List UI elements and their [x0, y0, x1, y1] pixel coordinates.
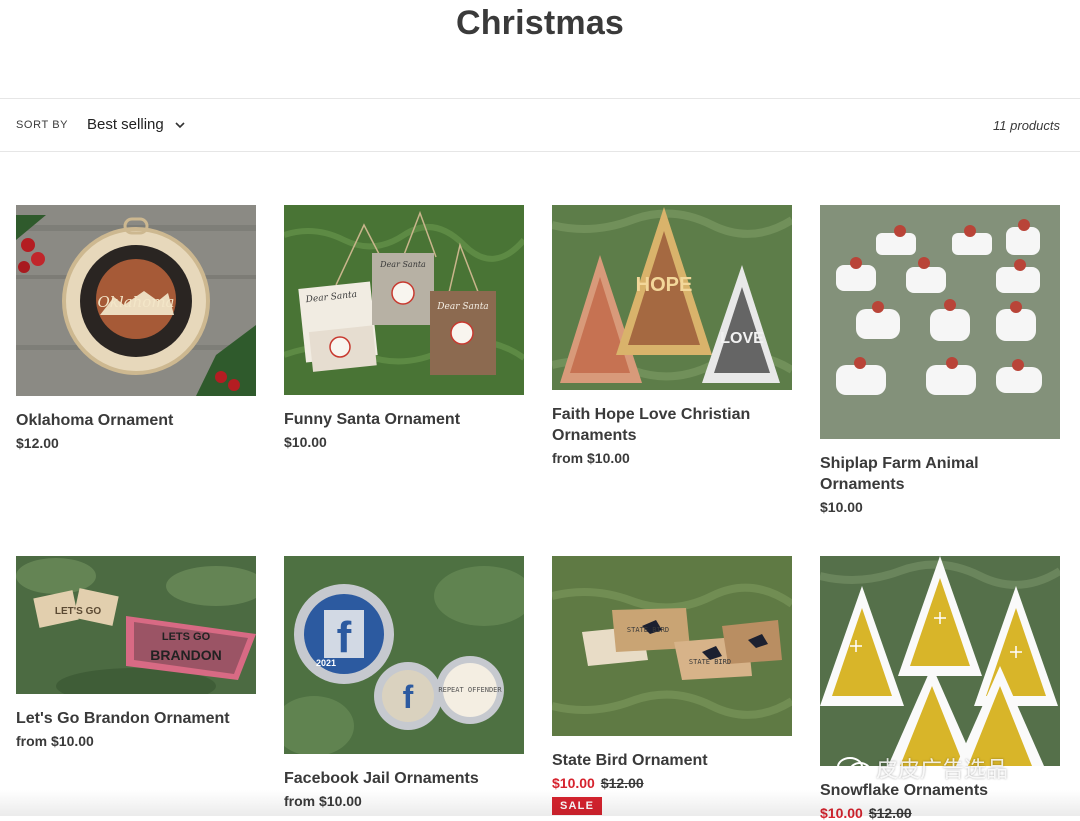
- product-price: $10.00: [284, 434, 327, 450]
- sort-select[interactable]: Best selling: [87, 116, 186, 133]
- brandon-image-text-1: LETS GO: [162, 631, 211, 643]
- product-title[interactable]: Facebook Jail Ornaments: [284, 768, 524, 789]
- product-image[interactable]: Dear Santa Dear Santa Dear Santa: [284, 205, 524, 395]
- watermark-text: 皮皮广告选品: [876, 757, 1009, 782]
- product-price: $12.00: [16, 435, 59, 451]
- product-image[interactable]: [820, 556, 1060, 766]
- sale-price: $10.00: [552, 775, 595, 791]
- product-image[interactable]: [820, 205, 1060, 439]
- santa-sign-text-3: Dear Santa: [436, 302, 488, 312]
- state-bird-image-text: STATE BIRD: [627, 626, 669, 634]
- state-bird-image-text-2: STATE BIRD: [689, 658, 731, 666]
- product-price: from $10.00: [284, 793, 362, 809]
- product-card-shiplap-farm-animal[interactable]: Shiplap Farm Animal Ornaments $10.00: [820, 205, 1060, 515]
- fb-logo-text: f: [337, 613, 352, 662]
- product-card-facebook-jail[interactable]: f 2021 f REPEAT OFFENDER Facebook Jail O…: [284, 556, 524, 809]
- fb-logo-text-2: f: [403, 679, 414, 715]
- sort-by-label: SORT BY: [16, 119, 69, 131]
- love-image-text: LOVE: [720, 330, 764, 347]
- product-title[interactable]: Shiplap Farm Animal Ornaments: [820, 453, 1060, 495]
- product-card-state-bird[interactable]: STATE BIRD STATE BIRD State Bird Ornamen…: [552, 556, 792, 815]
- lets-go-image-text: LET'S GO: [55, 606, 101, 617]
- product-image[interactable]: Oklahoma: [16, 205, 256, 396]
- product-image[interactable]: LET'S GO LETS GO BRANDON: [16, 556, 256, 694]
- product-title[interactable]: Faith Hope Love Christian Ornaments: [552, 404, 792, 446]
- fb-year-text: 2021: [316, 658, 336, 668]
- product-title[interactable]: Let's Go Brandon Ornament: [16, 708, 256, 729]
- product-card-lets-go-brandon[interactable]: LET'S GO LETS GO BRANDON Let's Go Brando…: [16, 556, 256, 749]
- product-card-oklahoma[interactable]: Oklahoma Oklahoma Ornament $12.00: [16, 205, 256, 451]
- watermark: 皮皮广告选品: [836, 752, 1008, 784]
- chat-bubble-icon: [837, 757, 871, 780]
- santa-sign-text-2: Dear Santa: [379, 260, 426, 269]
- page-title: Christmas: [455, 4, 625, 42]
- product-count: 11 products: [993, 118, 1060, 133]
- product-title[interactable]: State Bird Ornament: [552, 750, 792, 771]
- product-price: from $10.00: [552, 450, 630, 466]
- product-title[interactable]: Funny Santa Ornament: [284, 409, 524, 430]
- product-image[interactable]: HOPE LOVE: [552, 205, 792, 390]
- filter-bar: SORT BY Best selling 11 products: [0, 98, 1080, 152]
- product-card-funny-santa[interactable]: Dear Santa Dear Santa Dear Santa Funny S…: [284, 205, 524, 450]
- hope-image-text: HOPE: [636, 274, 693, 296]
- product-card-faith-hope-love[interactable]: HOPE LOVE Faith Hope Love Christian Orna…: [552, 205, 792, 466]
- product-price: from $10.00: [16, 733, 94, 749]
- oklahoma-image-text: Oklahoma: [98, 293, 175, 311]
- compare-at-price: $12.00: [600, 775, 644, 791]
- sale-price: $10.00: [820, 805, 863, 821]
- brandon-image-text-2: BRANDON: [150, 647, 222, 663]
- product-price: $10.00 $12.00: [552, 775, 792, 791]
- chevron-down-icon: [175, 121, 185, 128]
- product-image[interactable]: STATE BIRD STATE BIRD: [552, 556, 792, 736]
- sale-badge: SALE: [552, 797, 603, 815]
- product-price: $10.00: [820, 499, 863, 515]
- compare-at-price: $12.00: [868, 805, 912, 821]
- product-image[interactable]: f 2021 f REPEAT OFFENDER: [284, 556, 524, 754]
- sort-selected-value: Best selling: [87, 116, 164, 133]
- repeat-offender-text: REPEAT OFFENDER: [438, 686, 502, 694]
- product-price: $10.00 $12.00: [820, 805, 1060, 821]
- product-title[interactable]: Oklahoma Ornament: [16, 410, 256, 431]
